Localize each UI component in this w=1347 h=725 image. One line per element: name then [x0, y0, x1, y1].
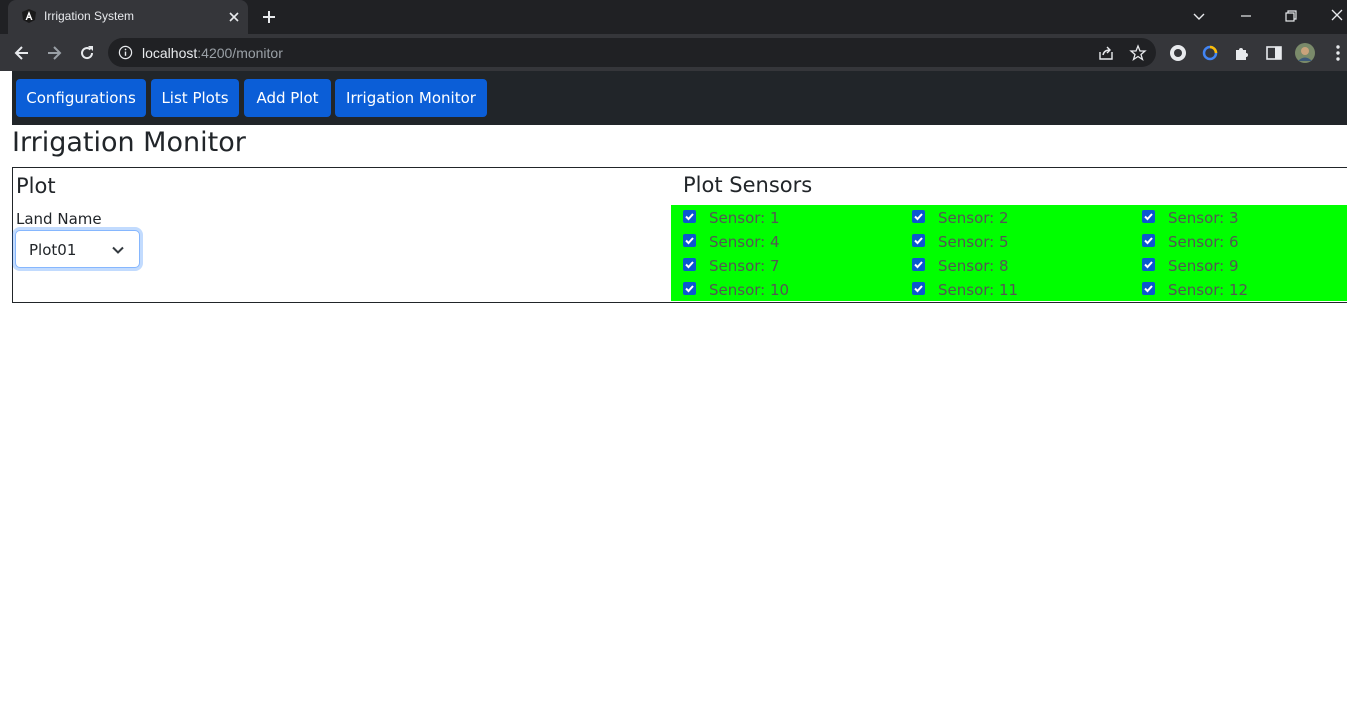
checkmark-icon	[1144, 213, 1153, 221]
sensor-item[interactable]: Sensor: 2	[912, 205, 1132, 229]
checkmark-icon	[914, 237, 923, 245]
sensor-checkbox[interactable]	[912, 282, 925, 295]
sensor-item[interactable]: Sensor: 12	[1142, 277, 1347, 301]
sensor-grid: Sensor: 1 Sensor: 2 Sensor: 3 Sensor: 4 Sens…	[671, 205, 1347, 301]
sensor-item[interactable]: Sensor: 1	[683, 205, 903, 229]
checkmark-icon	[914, 261, 923, 269]
checkmark-icon	[1144, 261, 1153, 269]
sensor-item[interactable]: Sensor: 10	[683, 277, 903, 301]
checkmark-icon	[685, 213, 694, 221]
sensor-label: Sensor: 12	[1168, 281, 1249, 299]
side-panel-icon[interactable]	[1264, 43, 1284, 63]
sensor-label: Sensor: 2	[938, 209, 1009, 227]
sensor-item[interactable]: Sensor: 7	[683, 253, 903, 277]
sensor-checkbox[interactable]	[1142, 282, 1155, 295]
sensor-label: Sensor: 7	[709, 257, 780, 275]
tab-title: Irrigation System	[44, 9, 135, 23]
checkmark-icon	[1144, 285, 1153, 293]
sensor-label: Sensor: 10	[709, 281, 790, 299]
plot-heading: Plot	[16, 174, 56, 198]
sensor-checkbox[interactable]	[683, 234, 696, 247]
sensor-checkbox[interactable]	[683, 210, 696, 223]
url-host: localhost	[142, 45, 198, 61]
nav-button-add-plot[interactable]: Add Plot	[244, 79, 331, 117]
star-icon[interactable]	[1129, 44, 1147, 62]
url-path: :4200/monitor	[197, 45, 283, 61]
sensor-checkbox[interactable]	[683, 282, 696, 295]
sensor-checkbox[interactable]	[912, 258, 925, 271]
nav-button-configurations[interactable]: Configurations	[16, 79, 146, 117]
sensor-item[interactable]: Sensor: 11	[912, 277, 1132, 301]
sensor-checkbox[interactable]	[1142, 210, 1155, 223]
sensor-checkbox[interactable]	[912, 210, 925, 223]
page-title: Irrigation Monitor	[12, 127, 246, 158]
sensor-label: Sensor: 3	[1168, 209, 1239, 227]
land-name-selected-value: Plot01	[29, 241, 77, 259]
browser-tab[interactable]: Irrigation System	[8, 0, 248, 34]
browser-toolbar: localhost:4200/monitor	[0, 34, 1347, 71]
nav-button-irrigation-monitor[interactable]: Irrigation Monitor	[335, 79, 487, 117]
kebab-menu-icon[interactable]	[1328, 43, 1347, 63]
nav-button-list-plots[interactable]: List Plots	[151, 79, 239, 117]
extension-icon[interactable]	[1200, 43, 1220, 63]
close-window-icon[interactable]	[1327, 6, 1347, 26]
url-text[interactable]: localhost:4200/monitor	[142, 45, 283, 61]
monitor-panel: Plot Land Name Plot01 Plot Sensors Senso…	[12, 167, 1347, 303]
avatar[interactable]	[1295, 43, 1315, 63]
checkmark-icon	[685, 261, 694, 269]
plus-icon[interactable]	[260, 8, 278, 26]
app-navbar: Configurations List Plots Add Plot Irrig…	[12, 71, 1347, 125]
sensor-item[interactable]: Sensor: 8	[912, 253, 1132, 277]
sensor-item[interactable]: Sensor: 3	[1142, 205, 1347, 229]
sensor-label: Sensor: 9	[1168, 257, 1239, 275]
checkmark-icon	[1144, 237, 1153, 245]
back-arrow-icon[interactable]	[12, 43, 32, 63]
sensor-item[interactable]: Sensor: 5	[912, 229, 1132, 253]
extension-icon[interactable]	[1168, 43, 1188, 63]
address-bar[interactable]: localhost:4200/monitor	[108, 38, 1156, 67]
sensor-label: Sensor: 6	[1168, 233, 1239, 251]
browser-tab-strip: Irrigation System	[0, 0, 1347, 34]
minimize-icon[interactable]	[1236, 6, 1256, 26]
sensor-label: Sensor: 8	[938, 257, 1009, 275]
restore-icon[interactable]	[1281, 6, 1301, 26]
close-icon[interactable]	[226, 9, 242, 25]
sensor-checkbox[interactable]	[1142, 258, 1155, 271]
checkmark-icon	[914, 285, 923, 293]
sensor-item[interactable]: Sensor: 6	[1142, 229, 1347, 253]
sensor-item[interactable]: Sensor: 9	[1142, 253, 1347, 277]
angular-logo-icon	[22, 9, 36, 23]
chevron-down-icon[interactable]	[1189, 6, 1209, 26]
reload-icon[interactable]	[77, 43, 97, 63]
chevron-down-icon	[112, 246, 124, 254]
sensor-label: Sensor: 5	[938, 233, 1009, 251]
sensor-label: Sensor: 11	[938, 281, 1019, 299]
forward-arrow-icon[interactable]	[44, 43, 64, 63]
sensor-checkbox[interactable]	[1142, 234, 1155, 247]
sensor-label: Sensor: 4	[709, 233, 780, 251]
plot-sensors-heading: Plot Sensors	[683, 173, 813, 197]
checkmark-icon	[914, 213, 923, 221]
sensor-label: Sensor: 1	[709, 209, 780, 227]
land-name-label: Land Name	[16, 210, 102, 228]
sensor-item[interactable]: Sensor: 4	[683, 229, 903, 253]
share-icon[interactable]	[1097, 44, 1115, 62]
checkmark-icon	[685, 237, 694, 245]
sensor-checkbox[interactable]	[912, 234, 925, 247]
info-icon[interactable]	[118, 45, 133, 60]
checkmark-icon	[685, 285, 694, 293]
puzzle-icon[interactable]	[1232, 43, 1252, 63]
sensor-checkbox[interactable]	[683, 258, 696, 271]
land-name-select[interactable]: Plot01	[15, 230, 140, 268]
